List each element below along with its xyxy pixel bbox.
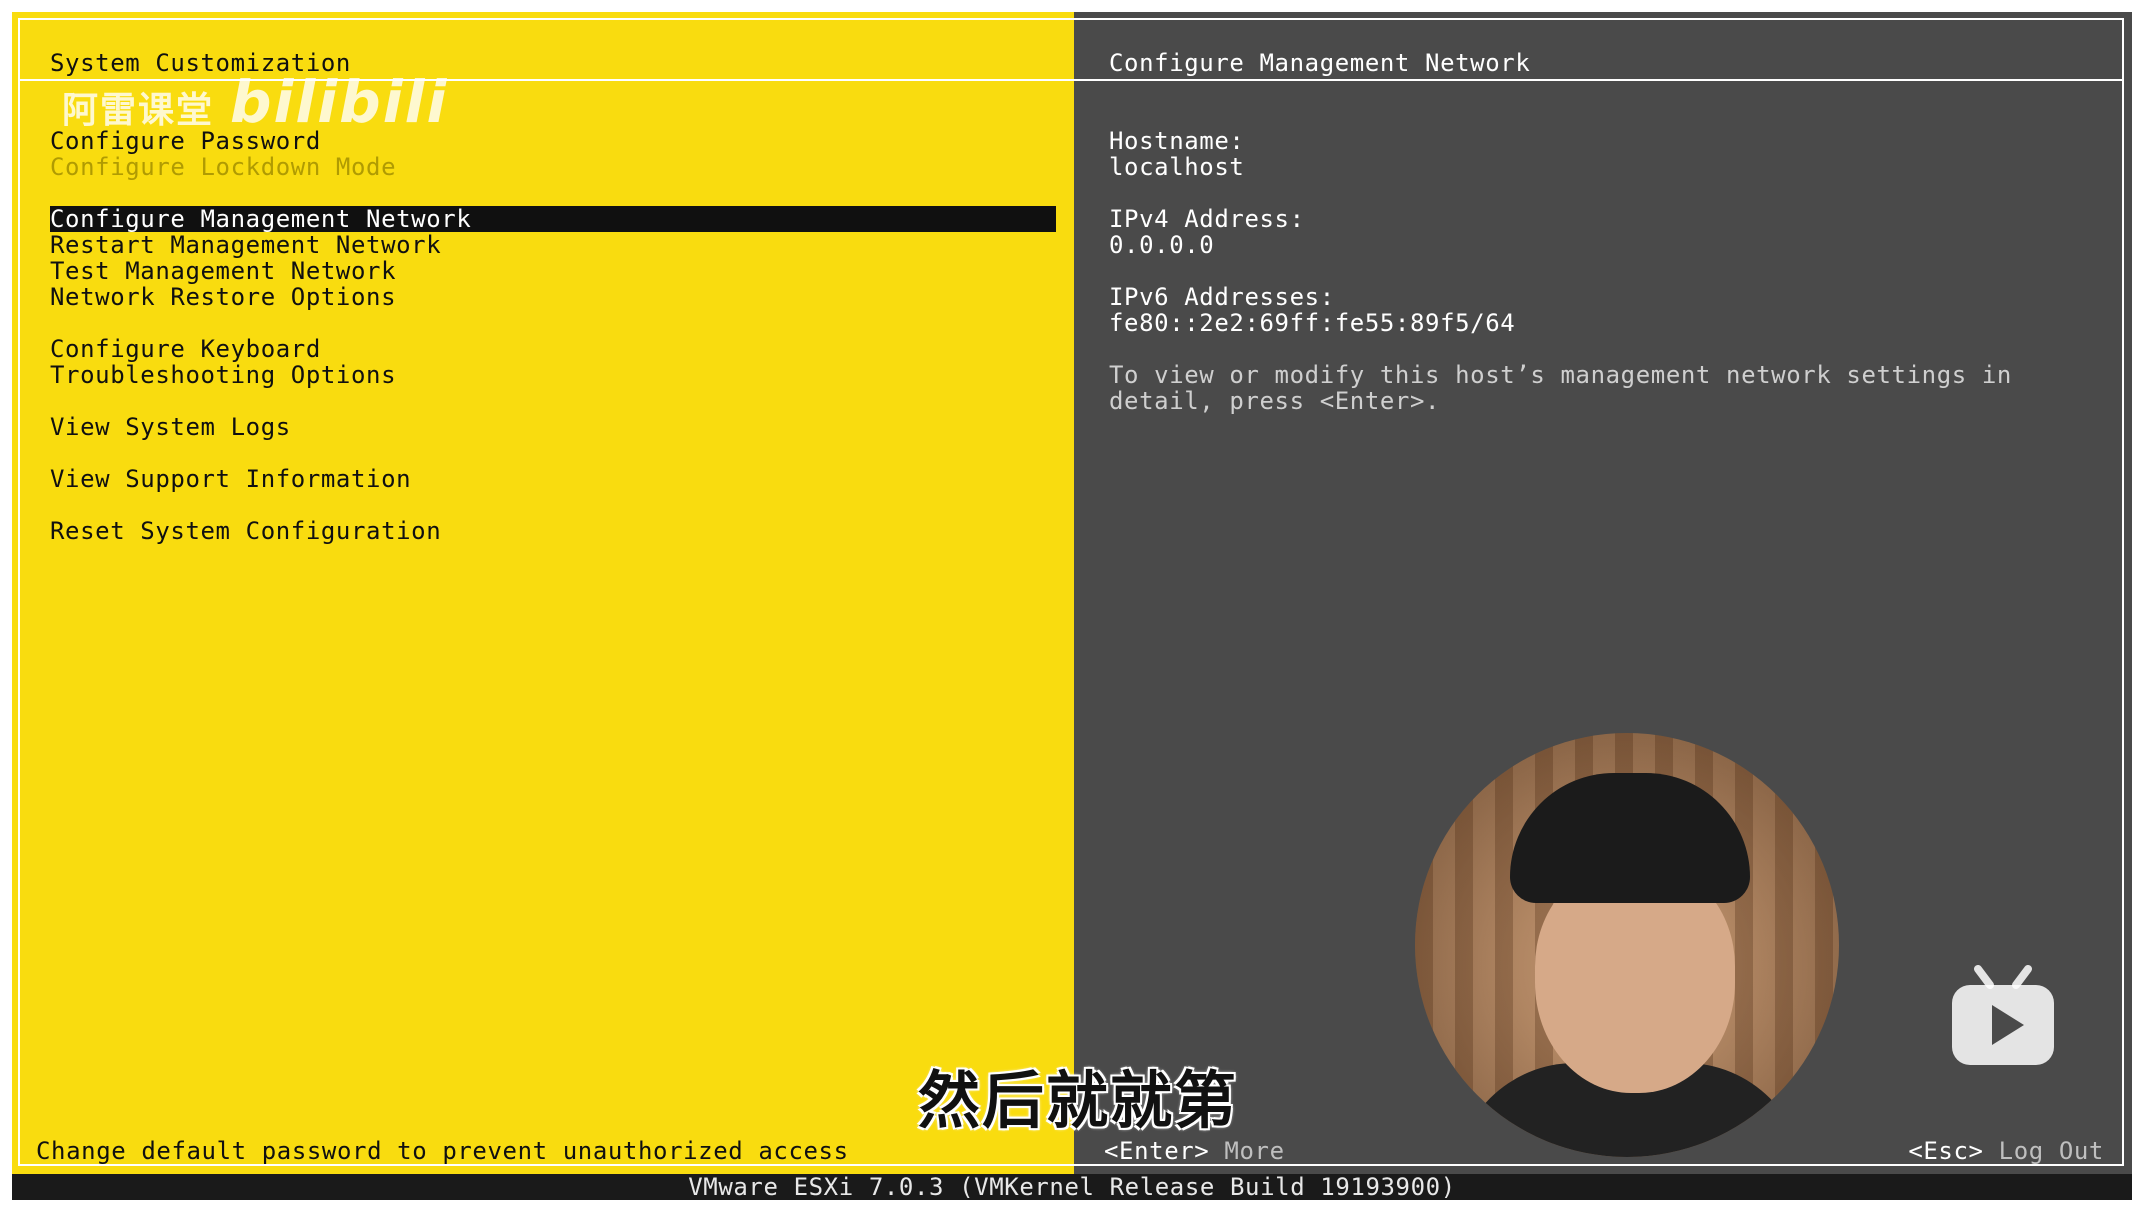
menu-item-view-support-information[interactable]: View Support Information [50,466,411,492]
ipv4-label: IPv4 Address: [1109,205,1305,233]
video-watermark: 阿雷课堂 bilibili [62,68,448,136]
hostname-value: localhost [1109,153,1245,181]
ipv6-label: IPv6 Addresses: [1109,283,1335,311]
presenter-webcam-bubble [1415,733,1839,1157]
left-pane-help-text: Change default password to prevent unaut… [36,1137,849,1165]
esc-key: <Esc> [1908,1137,1984,1165]
menu-item-test-management-network[interactable]: Test Management Network [50,258,396,284]
system-customization-pane: System Customization Configure Password … [12,12,1074,1174]
right-header-rule [1074,79,2124,81]
watermark-brand: bilibili [230,68,449,136]
right-pane-title: Configure Management Network [1109,49,1531,77]
left-pane-frame [18,18,1074,1166]
menu-item-configure-lockdown-mode: Configure Lockdown Mode [50,153,397,181]
menu-item-troubleshooting-options[interactable]: Troubleshooting Options [50,362,396,388]
enter-key: <Enter> [1104,1137,1210,1165]
menu-item-network-restore-options[interactable]: Network Restore Options [50,284,396,310]
ipv4-value: 0.0.0.0 [1109,231,1215,259]
esc-logout-action[interactable]: <Esc> Log Out [1908,1138,2104,1164]
watermark-channel-name: 阿雷课堂 [62,90,215,131]
management-network-hint: To view or modify this host’s management… [1109,361,2012,415]
status-bar: VMware ESXi 7.0.3 (VMKernel Release Buil… [12,1174,2132,1200]
more-label: More [1224,1137,1285,1165]
menu-item-view-system-logs[interactable]: View System Logs [50,414,291,440]
menu-item-configure-keyboard[interactable]: Configure Keyboard [50,336,321,362]
menu-item-reset-system-configuration[interactable]: Reset System Configuration [50,518,441,544]
ipv6-value: fe80::2e2:69ff:fe55:89f5/64 [1109,309,1516,337]
menu-item-restart-management-network[interactable]: Restart Management Network [50,232,441,258]
hostname-label: Hostname: [1109,127,1245,155]
video-subtitle: 然后就就第 [918,1064,1239,1137]
bilibili-play-logo-icon [1952,965,2054,1065]
menu-item-configure-management-network[interactable]: Configure Management Network [50,206,1056,232]
log-out-label: Log Out [1998,1137,2104,1165]
enter-more-action[interactable]: <Enter> More [1104,1138,1285,1164]
